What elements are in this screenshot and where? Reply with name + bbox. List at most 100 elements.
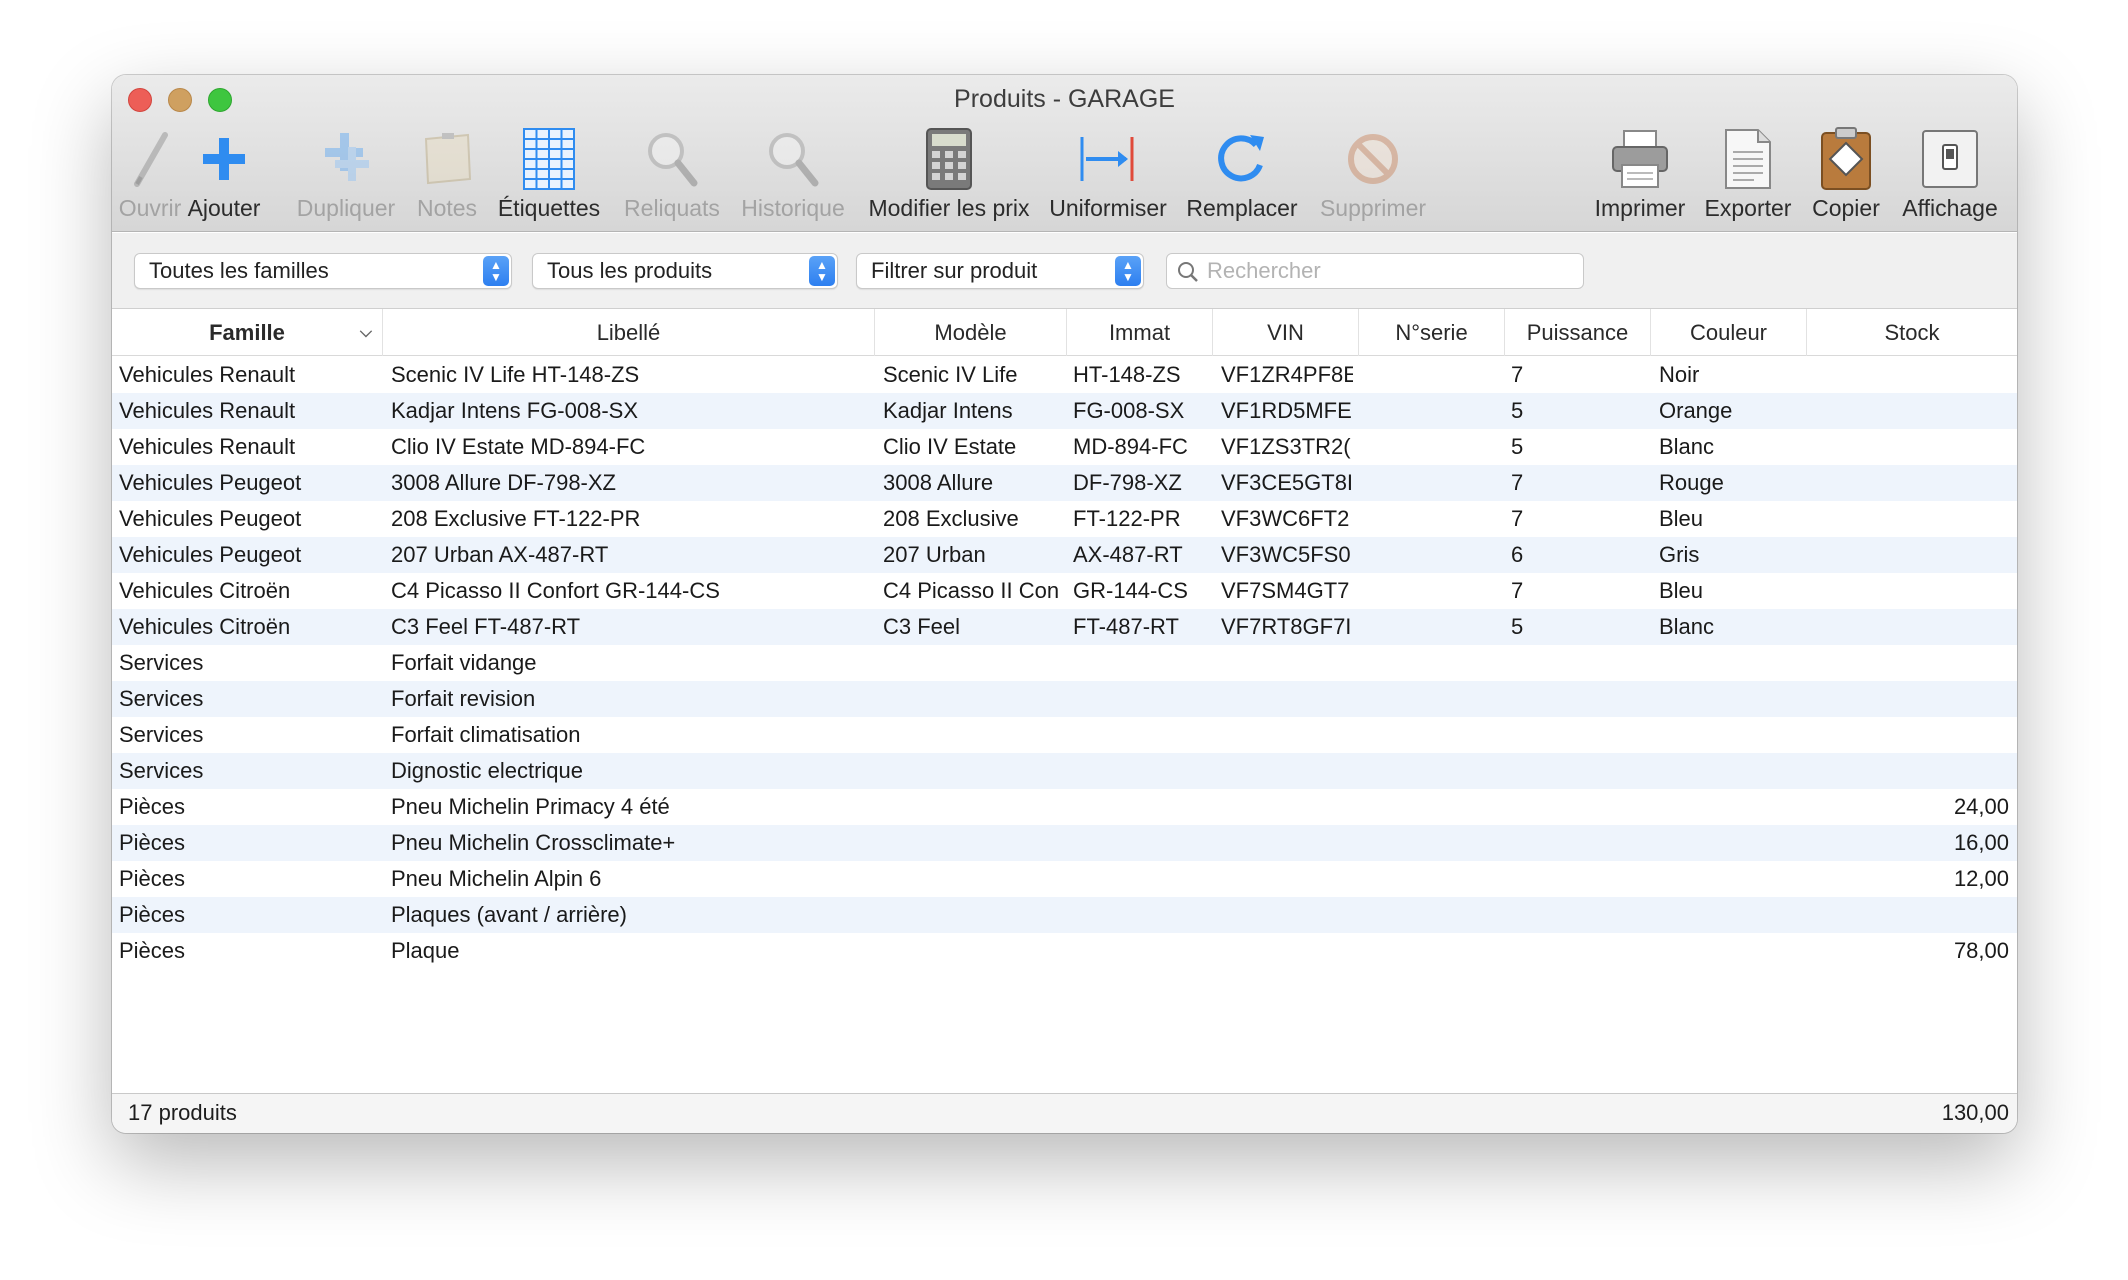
table-row[interactable]: Vehicules Citroën C4 Picasso II Confort G… <box>112 573 2017 609</box>
table-row[interactable]: Vehicules Peugeot 3008 Allure DF-798-XZ 30… <box>112 465 2017 501</box>
select-arrows-icon: ▲ ▼ <box>483 256 509 286</box>
cell-libelle: Forfait climatisation <box>391 722 581 747</box>
standardize-label: Uniformiser <box>1049 195 1167 221</box>
table-row[interactable]: Services Dignostic electrique <box>112 753 2017 789</box>
column-header-vin[interactable]: VIN <box>1213 309 1359 356</box>
cell-libelle: Pneu Michelin Crossclimate+ <box>391 830 676 855</box>
product-filter-select[interactable]: Filtrer sur produit ▲ ▼ <box>856 253 1144 289</box>
table-row[interactable]: Vehicules Peugeot 208 Exclusive FT-122-PR… <box>112 501 2017 537</box>
table-row[interactable]: Pièces Plaques (avant / arrière) <box>112 897 2017 933</box>
column-header-couleur[interactable]: Couleur <box>1651 309 1807 356</box>
history-button[interactable]: Historique <box>738 125 848 225</box>
cell-modele: C3 Feel <box>883 614 961 639</box>
magnifier-icon <box>640 125 704 193</box>
cell-libelle: Forfait vidange <box>391 650 537 675</box>
delete-label: Supprimer <box>1319 195 1427 221</box>
search-input[interactable] <box>1207 256 1577 286</box>
cell-vin <box>1221 897 1353 933</box>
cell-serie <box>1367 465 1497 501</box>
labels-button[interactable]: Étiquettes <box>494 125 604 225</box>
cell-couleur <box>1659 645 1799 681</box>
align-arrow-icon <box>1076 125 1140 193</box>
table-row[interactable]: Pièces Plaque 78,00 <box>112 933 2017 969</box>
cell-immat <box>1073 825 1209 861</box>
cell-modele: Kadjar Intens <box>883 398 1013 423</box>
cell-serie <box>1367 897 1497 933</box>
add-label: Ajouter <box>187 195 261 221</box>
table-row[interactable]: Vehicules Renault Scenic IV Life HT-148-Z… <box>112 357 2017 393</box>
edit-prices-button[interactable]: Modifier les prix <box>864 125 1034 225</box>
table-row[interactable]: Vehicules Renault Kadjar Intens FG-008-SX… <box>112 393 2017 429</box>
table-row[interactable]: Pièces Pneu Michelin Crossclimate+ 16,00 <box>112 825 2017 861</box>
cell-vin <box>1221 717 1353 753</box>
cell-couleur: Bleu <box>1659 506 1704 531</box>
cell-stock: 24,00 <box>1953 794 2009 819</box>
cell-couleur: Gris <box>1659 542 1700 567</box>
refresh-icon <box>1210 125 1274 193</box>
open-label: Ouvrir <box>118 195 182 221</box>
cell-puissance <box>1511 681 1641 717</box>
table-row[interactable]: Pièces Pneu Michelin Primacy 4 été 24,00 <box>112 789 2017 825</box>
copy-button[interactable]: Copier <box>1806 125 1886 225</box>
table-row[interactable]: Vehicules Renault Clio IV Estate MD-894-F… <box>112 429 2017 465</box>
cell-famille: Vehicules Renault <box>119 362 296 387</box>
products-select[interactable]: Tous les produits ▲ ▼ <box>532 253 838 289</box>
search-field[interactable] <box>1166 253 1584 289</box>
column-serie-label: N°serie <box>1395 320 1468 345</box>
column-vin-label: VIN <box>1267 320 1304 345</box>
display-button[interactable]: Affichage <box>1898 125 2002 225</box>
open-button[interactable]: Ouvrir <box>118 125 182 225</box>
display-label: Affichage <box>1902 195 1998 221</box>
column-header-famille[interactable]: Famille ⌵ <box>112 309 383 356</box>
standardize-button[interactable]: Uniformiser <box>1046 125 1170 225</box>
export-button[interactable]: Exporter <box>1702 125 1794 225</box>
cell-puissance: 6 <box>1511 542 1524 567</box>
column-header-puissance[interactable]: Puissance <box>1505 309 1651 356</box>
select-arrows-icon: ▲ ▼ <box>1115 256 1141 286</box>
print-label: Imprimer <box>1594 195 1686 221</box>
cell-couleur: Rouge <box>1659 470 1724 495</box>
column-couleur-label: Couleur <box>1689 320 1768 345</box>
cell-libelle: Clio IV Estate MD-894-FC <box>391 434 646 459</box>
backorders-button[interactable]: Reliquats <box>620 125 724 225</box>
family-select-value: Toutes les familles <box>149 258 329 283</box>
column-header-serie[interactable]: N°serie <box>1359 309 1505 356</box>
delete-button[interactable]: Supprimer <box>1312 125 1434 225</box>
cell-famille: Pièces <box>119 938 186 963</box>
cell-libelle: Plaques (avant / arrière) <box>391 902 627 927</box>
table-row[interactable]: Services Forfait vidange <box>112 645 2017 681</box>
cell-serie <box>1367 429 1497 465</box>
column-header-stock[interactable]: Stock <box>1807 309 2017 356</box>
add-button[interactable]: Ajouter <box>184 125 264 225</box>
cell-puissance: 7 <box>1511 362 1524 387</box>
cell-couleur: Orange <box>1659 398 1733 423</box>
notes-button[interactable]: Notes <box>414 125 480 225</box>
cell-couleur <box>1659 789 1799 825</box>
cell-serie <box>1367 573 1497 609</box>
cell-immat: DF-798-XZ <box>1073 470 1182 495</box>
print-button[interactable]: Imprimer <box>1590 125 1690 225</box>
table-row[interactable]: Vehicules Citroën C3 Feel FT-487-RT C3 Fee… <box>112 609 2017 645</box>
cell-serie <box>1367 537 1497 573</box>
cell-stock: 12,00 <box>1953 866 2009 891</box>
table-row[interactable]: Services Forfait climatisation <box>112 717 2017 753</box>
column-header-libelle[interactable]: Libellé <box>383 309 875 356</box>
cell-modele <box>883 645 1063 681</box>
cell-famille: Vehicules Peugeot <box>119 506 302 531</box>
cell-libelle: 208 Exclusive FT-122-PR <box>391 506 641 531</box>
table-row[interactable]: Services Forfait revision <box>112 681 2017 717</box>
cell-famille: Pièces <box>119 902 186 927</box>
cell-modele: 207 Urban <box>883 542 986 567</box>
column-libelle-label: Libellé <box>596 320 661 345</box>
empty-row <box>112 1041 2017 1077</box>
duplicate-button[interactable]: Dupliquer <box>296 125 396 225</box>
table-row[interactable]: Vehicules Peugeot 207 Urban AX-487-RT 207 … <box>112 537 2017 573</box>
empty-row <box>112 969 2017 1005</box>
cell-immat: MD-894-FC <box>1073 434 1188 459</box>
column-header-immat[interactable]: Immat <box>1067 309 1213 356</box>
replace-button[interactable]: Remplacer <box>1184 125 1300 225</box>
cell-libelle: Pneu Michelin Alpin 6 <box>391 866 602 891</box>
family-select[interactable]: Toutes les familles ▲ ▼ <box>134 253 512 289</box>
table-row[interactable]: Pièces Pneu Michelin Alpin 6 12,00 <box>112 861 2017 897</box>
column-header-modele[interactable]: Modèle <box>875 309 1067 356</box>
